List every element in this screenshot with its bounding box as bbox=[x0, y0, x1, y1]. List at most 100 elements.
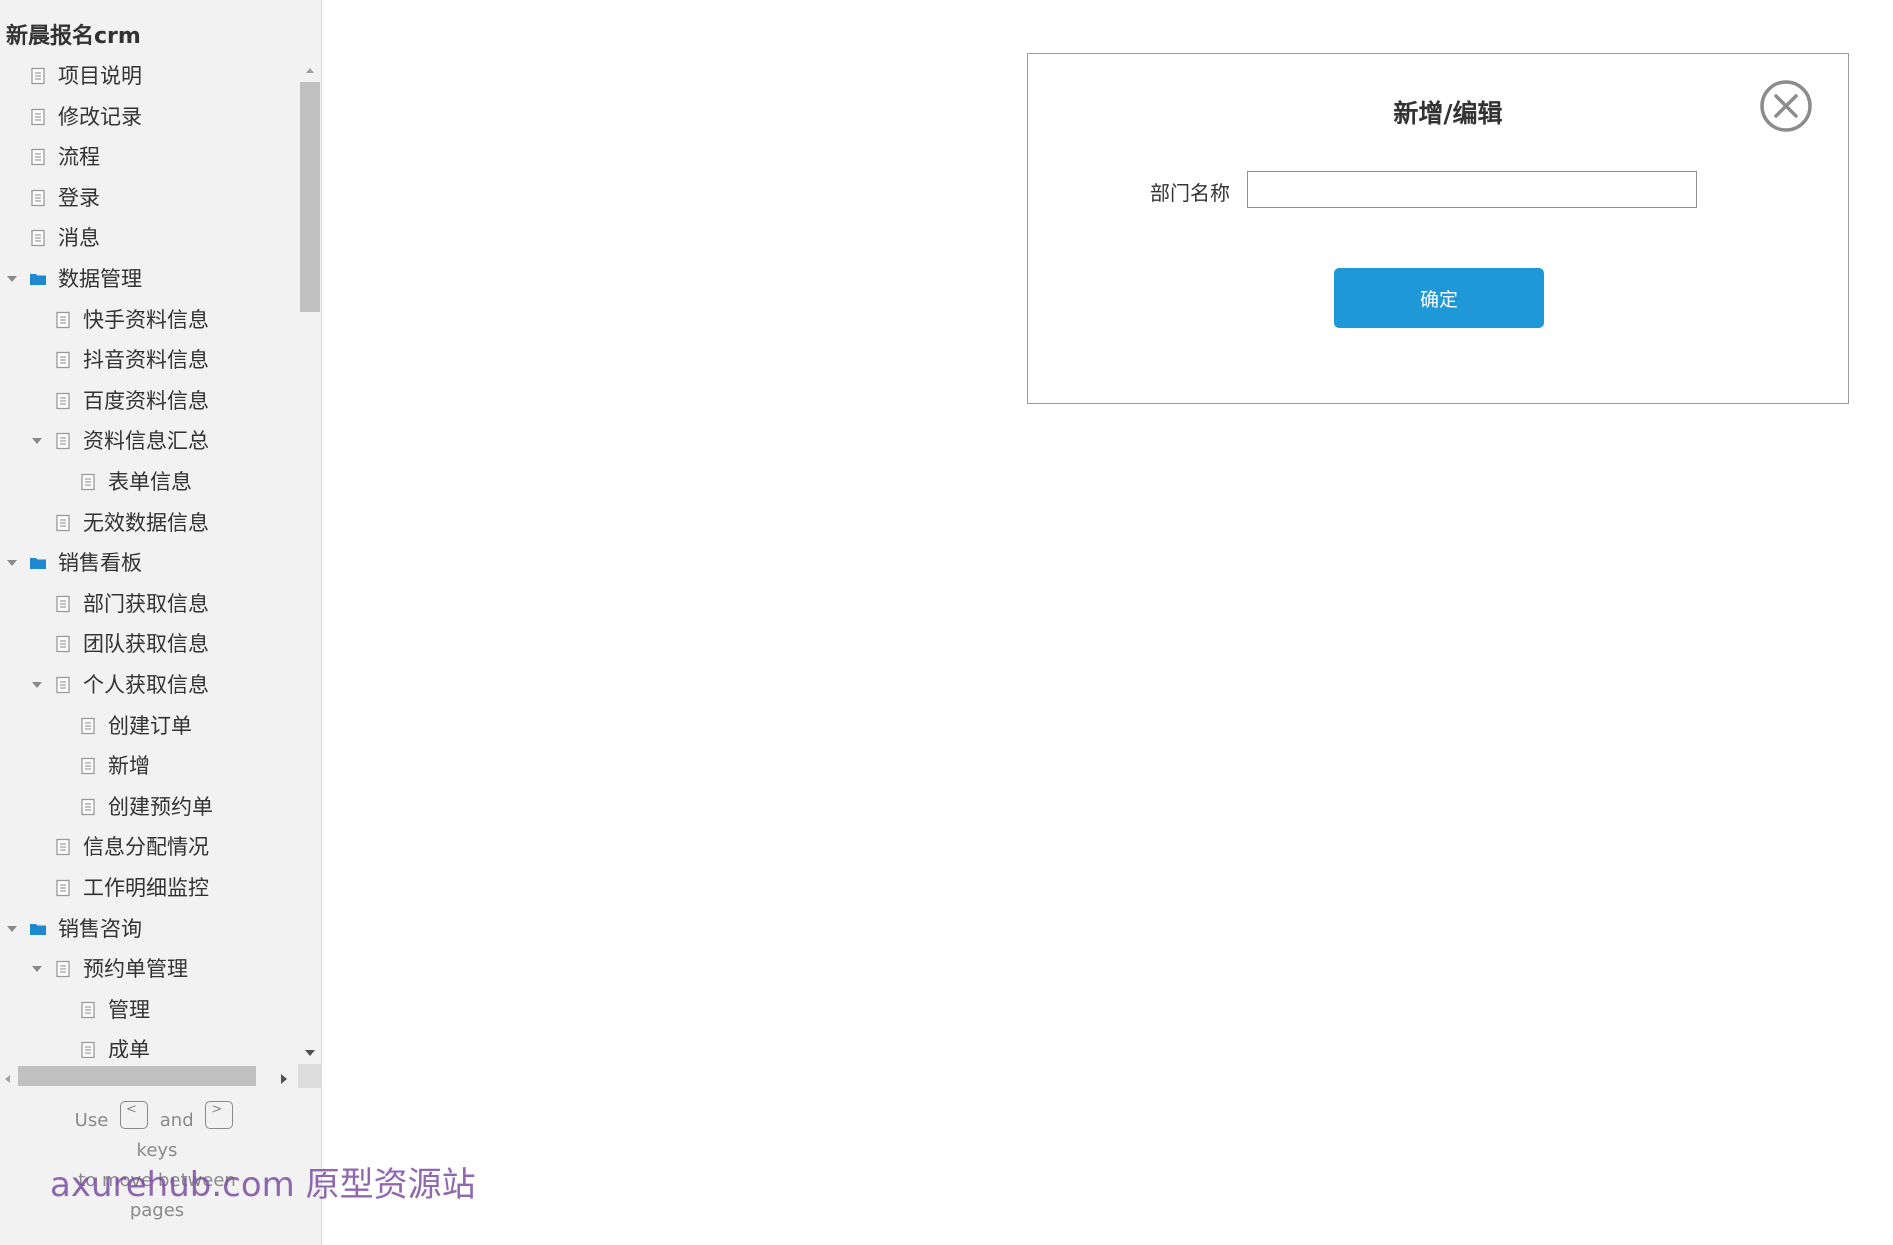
sidebar-item[interactable]: 信息分配情况 bbox=[0, 827, 298, 867]
page-icon bbox=[54, 514, 72, 532]
sidebar-item[interactable]: 团队获取信息 bbox=[0, 624, 298, 664]
page-icon bbox=[54, 392, 72, 410]
sidebar-item[interactable]: 工作明细监控 bbox=[0, 868, 298, 908]
sidebar-item[interactable]: 修改记录 bbox=[0, 97, 298, 137]
triangle-down-icon[interactable] bbox=[6, 273, 18, 285]
edit-dialog: 新增/编辑 部门名称 确定 bbox=[1027, 53, 1849, 404]
triangle-down-icon[interactable] bbox=[6, 923, 18, 935]
triangle-down-icon[interactable] bbox=[31, 435, 43, 447]
vertical-scroll-thumb[interactable] bbox=[300, 82, 320, 312]
sidebar-item[interactable]: 快手资料信息 bbox=[0, 300, 298, 340]
sidebar-item[interactable]: 百度资料信息 bbox=[0, 381, 298, 421]
page-icon bbox=[54, 838, 72, 856]
prev-key-icon: < bbox=[120, 1101, 149, 1129]
sidebar-item-label: 无效数据信息 bbox=[83, 510, 209, 535]
close-icon[interactable] bbox=[1759, 79, 1813, 133]
page-icon bbox=[29, 67, 47, 85]
horizontal-scroll-thumb[interactable] bbox=[18, 1066, 256, 1086]
sidebar-item-label: 快手资料信息 bbox=[83, 307, 209, 332]
triangle-down-icon[interactable] bbox=[31, 963, 43, 975]
sidebar-item[interactable]: 表单信息 bbox=[0, 462, 298, 502]
sidebar-item[interactable]: 抖音资料信息 bbox=[0, 340, 298, 380]
page-icon bbox=[29, 229, 47, 247]
sidebar-item[interactable]: 销售咨询 bbox=[0, 909, 298, 949]
next-key-icon: > bbox=[205, 1101, 234, 1129]
scroll-right-arrow-icon[interactable] bbox=[278, 1070, 290, 1084]
page-icon bbox=[79, 473, 97, 491]
triangle-down-icon[interactable] bbox=[6, 557, 18, 569]
sidebar-item[interactable]: 流程 bbox=[0, 137, 298, 177]
sidebar-item[interactable]: 管理 bbox=[0, 990, 298, 1030]
page-icon bbox=[79, 717, 97, 735]
department-name-input[interactable] bbox=[1247, 171, 1697, 208]
page-icon bbox=[54, 635, 72, 653]
sidebar-item-label: 登录 bbox=[58, 185, 100, 210]
sidebar-item-label: 新增 bbox=[108, 754, 150, 779]
sidebar-item-label: 创建订单 bbox=[108, 713, 192, 738]
sidebar-item-label: 抖音资料信息 bbox=[83, 348, 209, 373]
sidebar-item[interactable]: 登录 bbox=[0, 178, 298, 218]
sidebar-item[interactable]: 数据管理 bbox=[0, 259, 298, 299]
watermark: axurehub.com 原型资源站 bbox=[50, 1165, 476, 1205]
sidebar-item[interactable]: 资料信息汇总 bbox=[0, 421, 298, 461]
sidebar-item-label: 成单 bbox=[108, 1038, 150, 1058]
dialog-title: 新增/编辑 bbox=[1393, 99, 1503, 128]
sidebar-item[interactable]: 成单 bbox=[0, 1030, 298, 1058]
page-icon bbox=[79, 798, 97, 816]
sidebar-item-label: 流程 bbox=[58, 145, 100, 170]
scroll-up-arrow-icon[interactable] bbox=[304, 62, 316, 74]
sidebar-item-label: 修改记录 bbox=[58, 104, 142, 129]
page-icon bbox=[54, 595, 72, 613]
vertical-scrollbar[interactable] bbox=[298, 60, 322, 1060]
page-icon bbox=[29, 148, 47, 166]
department-name-label: 部门名称 bbox=[1150, 181, 1230, 205]
page-icon bbox=[54, 432, 72, 450]
sidebar-item-label: 表单信息 bbox=[108, 470, 192, 494]
sidebar-item-label: 销售看板 bbox=[58, 551, 142, 576]
app-title: 新晨报名crm bbox=[6, 24, 141, 49]
sidebar-item[interactable]: 创建订单 bbox=[0, 706, 298, 746]
page-icon bbox=[54, 676, 72, 694]
sidebar-item-label: 工作明细监控 bbox=[83, 876, 209, 900]
sidebar-item-label: 资料信息汇总 bbox=[83, 429, 209, 454]
sidebar-item-label: 预约单管理 bbox=[83, 957, 188, 982]
sidebar-item-label: 个人获取信息 bbox=[83, 673, 209, 697]
sidebar-item[interactable]: 消息 bbox=[0, 218, 298, 258]
sidebar-item-label: 项目说明 bbox=[58, 64, 142, 88]
sidebar-item-label: 消息 bbox=[58, 226, 100, 251]
horizontal-scrollbar[interactable] bbox=[0, 1064, 322, 1088]
folder-icon bbox=[29, 554, 47, 572]
page-icon bbox=[29, 108, 47, 126]
page-icon bbox=[79, 1001, 97, 1019]
sidebar-item[interactable]: 销售看板 bbox=[0, 543, 298, 583]
page-icon bbox=[54, 351, 72, 369]
sidebar-item-label: 创建预约单 bbox=[108, 794, 213, 819]
scroll-down-arrow-icon[interactable] bbox=[304, 1044, 316, 1056]
triangle-down-icon[interactable] bbox=[31, 679, 43, 691]
sidebar-item-label: 销售咨询 bbox=[58, 916, 142, 941]
confirm-button[interactable]: 确定 bbox=[1334, 268, 1544, 328]
page-icon bbox=[79, 1041, 97, 1058]
sidebar-item[interactable]: 新增 bbox=[0, 746, 298, 786]
sidebar-item-label: 团队获取信息 bbox=[83, 632, 209, 657]
sidebar-item-label: 管理 bbox=[108, 997, 150, 1022]
folder-icon bbox=[29, 270, 47, 288]
page-icon bbox=[54, 960, 72, 978]
scroll-left-arrow-icon[interactable] bbox=[2, 1070, 14, 1083]
sidebar-item[interactable]: 创建预约单 bbox=[0, 787, 298, 827]
page-icon bbox=[79, 757, 97, 775]
sidebar-item-label: 数据管理 bbox=[58, 267, 142, 291]
hint-and: and bbox=[159, 1110, 194, 1131]
scrollbar-corner bbox=[298, 1064, 322, 1088]
folder-icon bbox=[29, 920, 47, 938]
sitemap-tree: 项目说明修改记录流程登录消息数据管理快手资料信息 抖音资料信息 百度资料信息 资料信息… bbox=[0, 56, 298, 1058]
sidebar-item[interactable]: 个人获取信息 bbox=[0, 665, 298, 705]
sidebar-item[interactable]: 项目说明 bbox=[0, 56, 298, 96]
sidebar-item[interactable]: 无效数据信息 bbox=[0, 503, 298, 543]
sidebar-item-label: 百度资料信息 bbox=[83, 388, 209, 413]
sidebar-item[interactable]: 部门获取信息 bbox=[0, 584, 298, 624]
page-icon bbox=[54, 879, 72, 897]
page-icon bbox=[29, 189, 47, 207]
sidebar-item[interactable]: 预约单管理 bbox=[0, 949, 298, 989]
sidebar-item-label: 部门获取信息 bbox=[83, 591, 209, 616]
